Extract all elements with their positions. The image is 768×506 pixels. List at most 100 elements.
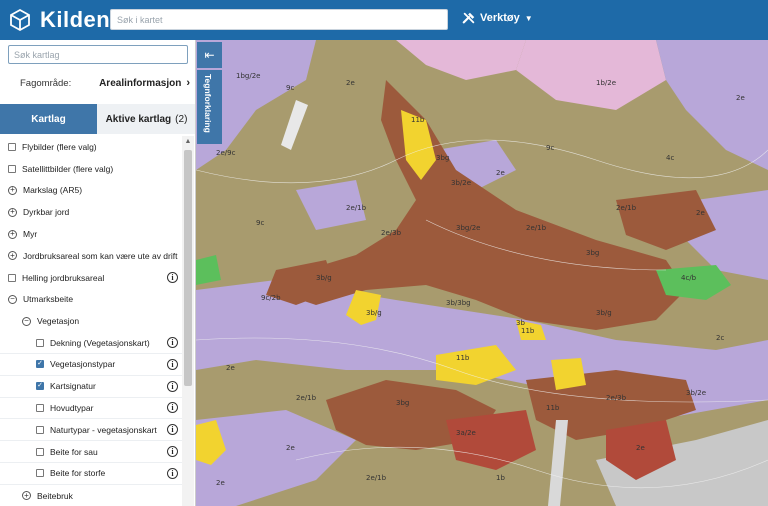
svg-text:4c: 4c: [666, 154, 674, 162]
layer-label: Beite for storfe: [50, 468, 106, 479]
info-icon[interactable]: i: [167, 446, 178, 458]
chevron-down-icon: ▼: [524, 13, 533, 23]
info-icon[interactable]: i: [167, 467, 178, 479]
layer-item[interactable]: ✓ Vegetasjonstypar i: [0, 354, 182, 376]
svg-text:1bg/2e: 1bg/2e: [236, 72, 260, 80]
layer-group[interactable]: + Dyrkbar jord: [0, 201, 182, 223]
checkbox[interactable]: [36, 425, 44, 434]
app-title: Kilden: [40, 7, 111, 32]
svg-text:2e/1b: 2e/1b: [296, 394, 317, 402]
expand-plus-icon[interactable]: +: [8, 229, 17, 239]
expand-plus-icon[interactable]: +: [8, 251, 17, 261]
checkbox[interactable]: [36, 403, 44, 412]
svg-text:2c: 2c: [716, 334, 724, 342]
info-icon[interactable]: i: [167, 358, 178, 370]
legend-tab[interactable]: Tegnforklaring: [197, 70, 222, 144]
layer-label: Hovudtypar: [50, 402, 94, 413]
svg-text:9c/2b: 9c/2b: [261, 294, 281, 302]
layer-item[interactable]: ✓ Kartsignatur i: [0, 376, 182, 398]
svg-text:9c: 9c: [546, 144, 554, 152]
svg-text:2e: 2e: [696, 209, 705, 217]
layer-label: Naturtypar - vegetasjonskart: [50, 424, 157, 435]
collapse-minus-icon[interactable]: −: [22, 316, 31, 326]
svg-text:3a/2e: 3a/2e: [456, 429, 476, 437]
tab-aktive-label: Aktive kartlag: [105, 113, 172, 125]
info-icon[interactable]: i: [167, 272, 178, 284]
info-icon[interactable]: i: [167, 424, 178, 436]
layer-item[interactable]: Dekning (Vegetasjonskart) i: [0, 332, 182, 354]
svg-text:2e/1b: 2e/1b: [616, 204, 637, 212]
layer-list: Flybilder (flere valg) Satellittbilder (…: [0, 136, 182, 506]
expand-plus-icon[interactable]: +: [22, 491, 31, 501]
checkbox[interactable]: [36, 469, 44, 478]
svg-text:2e: 2e: [216, 479, 225, 487]
svg-text:2e/3b: 2e/3b: [606, 394, 627, 402]
layer-search-input[interactable]: [8, 45, 188, 64]
layer-label: Dyrkbar jord: [23, 207, 70, 218]
map-canvas[interactable]: 1bg/2e 9c 2e 11b 3bg 3b/2e 2e 9c 1b/2e 2e/9c 2e…: [196, 40, 768, 506]
svg-text:3bg/2e: 3bg/2e: [456, 224, 480, 232]
layer-item[interactable]: Helling jordbruksareal i: [0, 267, 182, 289]
layer-label: Myr: [23, 229, 38, 240]
layer-group[interactable]: − Utmarksbeite: [0, 289, 182, 311]
layer-label: Helling jordbruksareal: [22, 272, 105, 283]
svg-text:11b: 11b: [521, 327, 535, 335]
checkbox[interactable]: [8, 164, 16, 173]
svg-text:1b: 1b: [496, 474, 505, 482]
svg-text:3b/2e: 3b/2e: [451, 179, 471, 187]
info-icon[interactable]: i: [167, 337, 178, 349]
layer-label: Vegetasjonstypar: [50, 359, 116, 370]
svg-text:2e/9c: 2e/9c: [216, 149, 236, 157]
legend-tab-label: Tegnforklaring: [203, 74, 213, 133]
expand-plus-icon[interactable]: +: [8, 185, 17, 195]
svg-text:11b: 11b: [411, 116, 425, 124]
tab-kartlag[interactable]: Kartlag: [0, 104, 97, 134]
layer-label: Beitebruk: [37, 490, 73, 501]
info-icon[interactable]: i: [167, 402, 178, 414]
layer-item[interactable]: Satellittbilder (flere valg): [0, 158, 182, 180]
checkbox[interactable]: [36, 338, 44, 347]
logo[interactable]: Kilden: [8, 0, 110, 40]
checkbox-checked[interactable]: ✓: [36, 360, 44, 369]
layer-item[interactable]: Naturtypar - vegetasjonskart i: [0, 419, 182, 442]
layer-group[interactable]: + Myr: [0, 223, 182, 245]
fagomrade-label: Fagområde:: [20, 77, 72, 89]
checkbox[interactable]: [8, 142, 16, 151]
layer-item[interactable]: Flybilder (flere valg): [0, 136, 182, 158]
svg-text:3bg: 3bg: [396, 399, 409, 407]
layer-group[interactable]: + Jordbruksareal som kan være ute av drif…: [0, 245, 182, 267]
svg-text:9c: 9c: [286, 84, 294, 92]
collapse-minus-icon[interactable]: −: [8, 294, 17, 304]
svg-text:11b: 11b: [546, 404, 560, 412]
svg-text:1b/2e: 1b/2e: [596, 79, 616, 87]
layer-label: Beite for sau: [50, 446, 98, 457]
info-icon[interactable]: i: [167, 380, 178, 392]
tools-menu[interactable]: Verktøy ▼: [462, 11, 533, 25]
checkbox-checked[interactable]: ✓: [36, 382, 44, 391]
map-search-input[interactable]: [110, 9, 448, 30]
tab-aktive-kartlag[interactable]: Aktive kartlag (2): [97, 104, 195, 134]
svg-text:2e: 2e: [736, 94, 745, 102]
layer-item[interactable]: Hovudtypar i: [0, 398, 182, 420]
svg-text:2e/3b: 2e/3b: [381, 229, 402, 237]
layer-item[interactable]: Beite for storfe i: [0, 463, 182, 485]
layer-group[interactable]: + Beitebruk: [0, 485, 182, 506]
checkbox[interactable]: [36, 447, 44, 456]
fagomrade-selector[interactable]: Fagområde: Arealinformasjon ›: [20, 77, 190, 89]
expand-plus-icon[interactable]: +: [8, 207, 17, 217]
sidebar-scrollbar[interactable]: ▲: [182, 136, 194, 506]
layer-item[interactable]: Beite for sau i: [0, 441, 182, 463]
layer-group[interactable]: − Vegetasjon: [0, 310, 182, 332]
arrow-left-icon: ⇤: [204, 48, 215, 62]
svg-text:2e/1b: 2e/1b: [346, 204, 367, 212]
scroll-thumb[interactable]: [184, 150, 192, 386]
svg-text:3b: 3b: [516, 319, 525, 327]
scroll-up-icon[interactable]: ▲: [182, 138, 194, 146]
collapse-sidebar-button[interactable]: ⇤: [197, 42, 222, 68]
layer-label: Flybilder (flere valg): [22, 141, 97, 152]
sidebar-tabs: Kartlag Aktive kartlag (2): [0, 104, 195, 134]
sidebar: Fagområde: Arealinformasjon › Kartlag Ak…: [0, 40, 196, 506]
checkbox[interactable]: [8, 273, 16, 282]
layer-group[interactable]: + Markslag (AR5): [0, 180, 182, 202]
layer-label: Jordbruksareal som kan være ute av drift: [23, 250, 178, 261]
